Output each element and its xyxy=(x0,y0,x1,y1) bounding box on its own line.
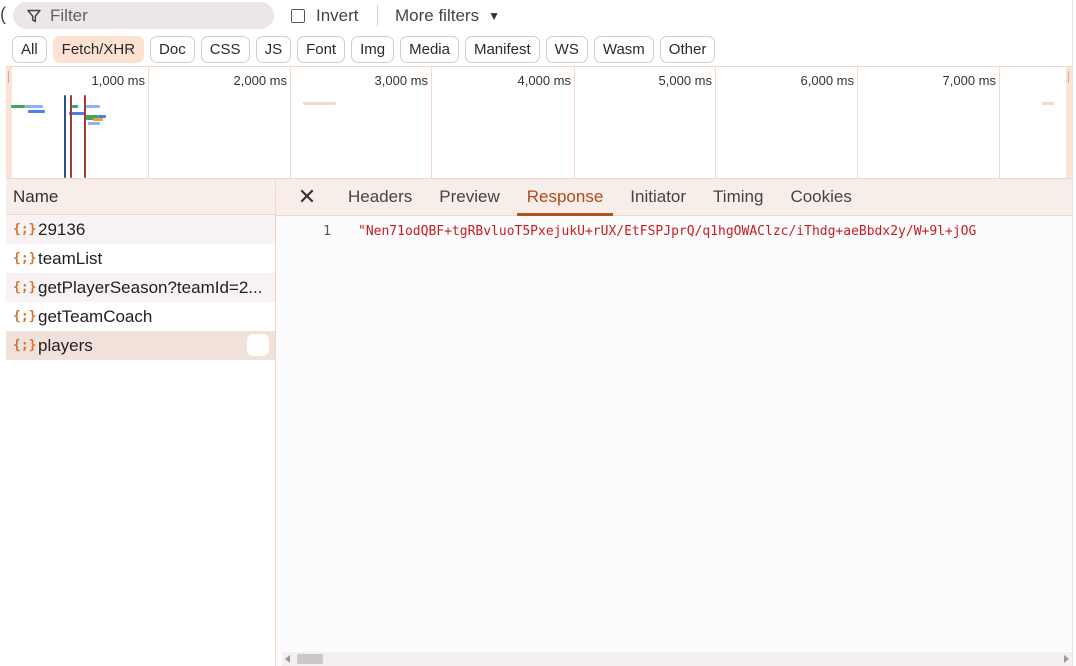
timeline-tick-label: 4,000 ms xyxy=(517,73,571,88)
chip-manifest[interactable]: Manifest xyxy=(464,36,540,63)
timeline-request-bar xyxy=(72,105,78,108)
timeline-gridline xyxy=(290,67,291,178)
request-row[interactable]: {;} getTeamCoach xyxy=(6,302,275,331)
request-name: players xyxy=(38,335,93,355)
timeline-tick-label: 3,000 ms xyxy=(374,73,428,88)
chip-img[interactable]: Img xyxy=(351,36,395,63)
chip-font[interactable]: Font xyxy=(297,36,346,63)
more-filters-label: More filters xyxy=(395,6,480,25)
invert-label: Invert xyxy=(316,6,359,25)
scroll-left-arrow-icon[interactable] xyxy=(285,655,290,663)
timeline-tick-label: 7,000 ms xyxy=(942,73,996,88)
filter-bar: ( Invert More filters ▼ xyxy=(0,0,1076,32)
timeline-request-bar xyxy=(25,105,43,108)
request-row-selected[interactable]: {;} players xyxy=(6,331,275,360)
clipped-edge-glyph: ( xyxy=(0,4,6,24)
chip-ws[interactable]: WS xyxy=(545,36,588,63)
caret-down-icon: ▼ xyxy=(488,9,500,23)
chip-css[interactable]: CSS xyxy=(200,36,250,63)
timeline-request-bar xyxy=(86,105,100,108)
timeline-gridline xyxy=(715,67,716,178)
request-row[interactable]: {;} 29136 xyxy=(6,215,275,244)
filter-box[interactable] xyxy=(13,2,274,29)
chip-fetch-xhr[interactable]: Fetch/XHR xyxy=(52,36,145,63)
request-detail-panel: ✕ Headers Preview Response Initiator Tim… xyxy=(276,178,1072,666)
json-braces-icon: {;} xyxy=(13,222,37,237)
timeline-request-bar xyxy=(11,105,25,108)
response-body[interactable]: 1 "Nen71odQBF+tgRBvluoT5PxejukU+rUX/EtFS… xyxy=(276,216,1072,646)
line-number: 1 xyxy=(323,224,331,239)
tab-response[interactable]: Response xyxy=(516,179,614,216)
dom-content-loaded-line xyxy=(64,95,66,178)
code-line: 1 "Nen71odQBF+tgRBvluoT5PxejukU+rUX/EtFS… xyxy=(276,224,1072,239)
row-action-chip[interactable] xyxy=(247,334,269,356)
scrollbar-thumb[interactable] xyxy=(297,654,323,664)
request-name: 29136 xyxy=(38,219,86,239)
response-text: "Nen71odQBF+tgRBvluoT5PxejukU+rUX/EtFSPJ… xyxy=(358,224,977,239)
window-right-edge xyxy=(1072,0,1073,666)
tab-preview[interactable]: Preview xyxy=(429,179,509,215)
toolbar-divider xyxy=(377,5,378,26)
request-row[interactable]: {;} getPlayerSeason?teamId=2... xyxy=(6,273,275,302)
chip-js[interactable]: JS xyxy=(255,36,292,63)
invert-checkbox[interactable]: Invert xyxy=(291,6,359,26)
json-braces-icon: {;} xyxy=(13,280,37,295)
name-column-label: Name xyxy=(13,186,59,206)
request-row[interactable]: {;} teamList xyxy=(6,244,275,273)
timeline-tick-label: 5,000 ms xyxy=(658,73,712,88)
close-icon[interactable]: ✕ xyxy=(294,179,320,215)
filter-input[interactable] xyxy=(50,5,250,26)
timeline-request-bar xyxy=(1042,102,1054,105)
overview-left-handle[interactable] xyxy=(6,67,12,178)
timeline-tick-label: 6,000 ms xyxy=(800,73,854,88)
invert-checkbox-box[interactable] xyxy=(291,9,305,23)
name-column-header[interactable]: Name xyxy=(6,179,275,215)
timeline-request-bar xyxy=(28,110,45,113)
timeline-request-bar xyxy=(93,118,103,121)
chip-wasm[interactable]: Wasm xyxy=(593,36,654,63)
chip-all[interactable]: All xyxy=(12,36,47,63)
timeline-tick-label: 1,000 ms xyxy=(91,73,145,88)
tab-headers[interactable]: Headers xyxy=(338,179,422,215)
timeline-gridline xyxy=(431,67,432,178)
filter-funnel-icon xyxy=(27,9,41,22)
tab-initiator[interactable]: Initiator xyxy=(620,179,696,215)
load-event-line xyxy=(70,95,72,178)
timeline-gridline xyxy=(857,67,858,178)
load-event-line xyxy=(84,95,86,178)
json-braces-icon: {;} xyxy=(13,338,37,353)
timeline-gridline xyxy=(999,67,1000,178)
request-name: teamList xyxy=(38,248,103,268)
json-braces-icon: {;} xyxy=(13,251,37,266)
chip-doc[interactable]: Doc xyxy=(150,36,195,63)
scroll-right-arrow-icon[interactable] xyxy=(1064,655,1069,663)
timeline-request-bar xyxy=(98,115,106,118)
chip-media[interactable]: Media xyxy=(400,36,459,63)
json-braces-icon: {;} xyxy=(13,309,37,324)
chip-other[interactable]: Other xyxy=(659,36,716,63)
tab-cookies[interactable]: Cookies xyxy=(780,179,861,215)
timeline-request-bar xyxy=(88,122,100,125)
request-name: getTeamCoach xyxy=(38,306,153,326)
request-list-panel: Name {;} 29136 {;} teamList {;} getPlaye… xyxy=(6,178,276,666)
timeline-tick-label: 2,000 ms xyxy=(233,73,287,88)
network-overview-timeline[interactable]: 1,000 ms 2,000 ms 3,000 ms 4,000 ms 5,00… xyxy=(6,66,1072,178)
request-name: getPlayerSeason?teamId=2... xyxy=(38,277,263,297)
detail-tabs: ✕ Headers Preview Response Initiator Tim… xyxy=(276,179,1072,216)
timeline-gridline xyxy=(574,67,575,178)
horizontal-scrollbar[interactable] xyxy=(282,652,1072,666)
more-filters-dropdown[interactable]: More filters ▼ xyxy=(395,6,500,26)
timeline-gridline xyxy=(148,67,149,178)
timeline-request-bar xyxy=(303,102,336,105)
resource-type-filter: All Fetch/XHR Doc CSS JS Font Img Media … xyxy=(12,36,716,63)
tab-timing[interactable]: Timing xyxy=(703,179,773,215)
